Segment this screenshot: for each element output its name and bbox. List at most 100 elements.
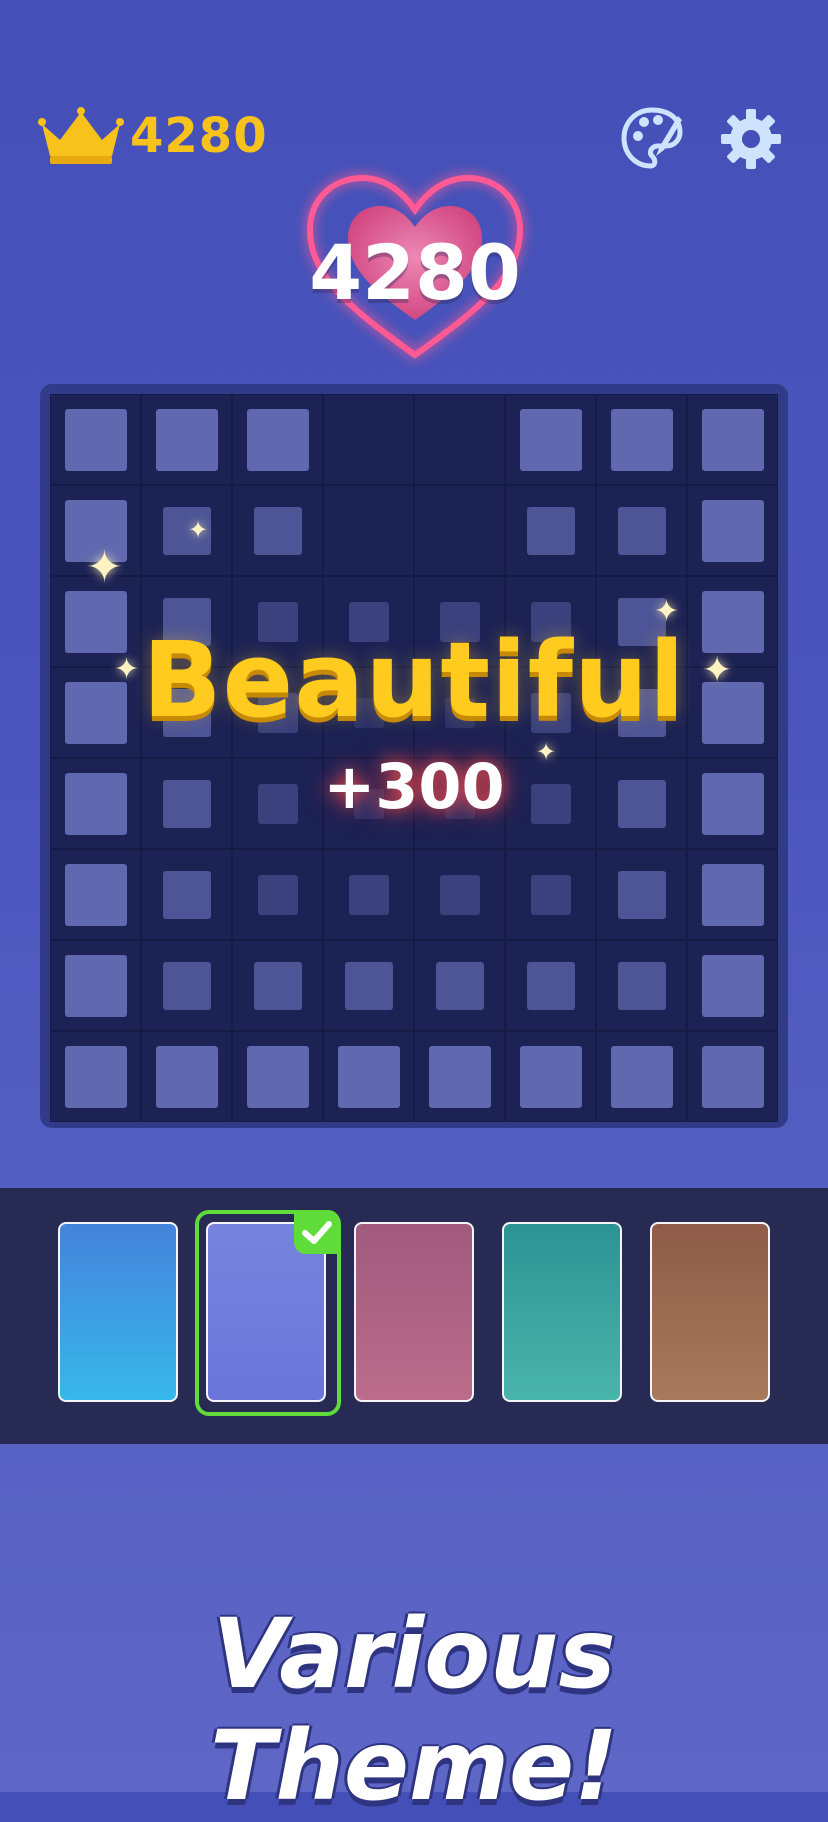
board-block bbox=[257, 874, 298, 915]
board-block bbox=[530, 874, 571, 915]
theme-card-blue[interactable] bbox=[58, 1222, 178, 1402]
best-score: 4280 bbox=[130, 108, 268, 164]
board-block bbox=[610, 408, 673, 471]
tagline: Various Theme! bbox=[210, 1598, 618, 1822]
board-block bbox=[257, 783, 298, 824]
board-cell[interactable] bbox=[323, 667, 414, 758]
board-cell[interactable] bbox=[687, 394, 778, 485]
board-cell[interactable] bbox=[232, 849, 323, 940]
board-cell[interactable] bbox=[323, 849, 414, 940]
board-cell[interactable] bbox=[414, 667, 505, 758]
board-cell[interactable] bbox=[50, 849, 141, 940]
board-cell[interactable] bbox=[232, 394, 323, 485]
board-cell[interactable] bbox=[141, 849, 232, 940]
board-cell[interactable] bbox=[50, 667, 141, 758]
board-block bbox=[701, 681, 764, 744]
board-cell[interactable] bbox=[141, 1031, 232, 1122]
board-cell[interactable] bbox=[141, 758, 232, 849]
board-cell[interactable] bbox=[323, 758, 414, 849]
board-cell[interactable] bbox=[414, 485, 505, 576]
board-cell[interactable] bbox=[505, 758, 596, 849]
board-cell[interactable] bbox=[687, 576, 778, 667]
board-cell[interactable] bbox=[232, 576, 323, 667]
board-block bbox=[246, 1045, 309, 1108]
board-cell[interactable] bbox=[687, 849, 778, 940]
board-block bbox=[353, 788, 384, 819]
board-cell[interactable] bbox=[414, 940, 505, 1031]
board-cell[interactable] bbox=[505, 849, 596, 940]
board-cell[interactable] bbox=[323, 940, 414, 1031]
check-icon bbox=[294, 1210, 340, 1254]
gear-icon[interactable] bbox=[720, 108, 782, 170]
board-block bbox=[701, 772, 764, 835]
board-cell[interactable] bbox=[687, 758, 778, 849]
board-cell[interactable] bbox=[596, 576, 687, 667]
board-cell[interactable] bbox=[50, 1031, 141, 1122]
board-cell[interactable] bbox=[232, 1031, 323, 1122]
board-cell[interactable] bbox=[323, 394, 414, 485]
board-cell[interactable] bbox=[596, 667, 687, 758]
board-block bbox=[64, 772, 127, 835]
board-cell[interactable] bbox=[687, 485, 778, 576]
board-block bbox=[64, 1045, 127, 1108]
board-cell[interactable] bbox=[414, 394, 505, 485]
board-cell[interactable] bbox=[596, 940, 687, 1031]
board-cell[interactable] bbox=[141, 485, 232, 576]
palette-icon[interactable] bbox=[620, 106, 684, 170]
board-cell[interactable] bbox=[414, 576, 505, 667]
board-cell[interactable] bbox=[50, 758, 141, 849]
board-cell[interactable] bbox=[596, 1031, 687, 1122]
board-cell[interactable] bbox=[414, 758, 505, 849]
board-cell[interactable] bbox=[596, 849, 687, 940]
board-cell[interactable] bbox=[505, 394, 596, 485]
board-cell[interactable] bbox=[323, 1031, 414, 1122]
board-block bbox=[162, 688, 211, 737]
board-cell[interactable] bbox=[687, 940, 778, 1031]
board-cell[interactable] bbox=[687, 1031, 778, 1122]
board-cell[interactable] bbox=[323, 485, 414, 576]
board-block bbox=[162, 961, 211, 1010]
board-block bbox=[617, 961, 666, 1010]
board-cell[interactable] bbox=[141, 394, 232, 485]
board-cell[interactable] bbox=[232, 940, 323, 1031]
board-cell[interactable] bbox=[232, 667, 323, 758]
board-block bbox=[64, 408, 127, 471]
board-block bbox=[519, 408, 582, 471]
board-cell[interactable] bbox=[50, 394, 141, 485]
board-cell[interactable] bbox=[414, 849, 505, 940]
board-block bbox=[337, 1045, 400, 1108]
game-board[interactable] bbox=[50, 394, 778, 1122]
theme-card-brown[interactable] bbox=[650, 1222, 770, 1402]
board-cell[interactable] bbox=[141, 667, 232, 758]
board-block bbox=[162, 506, 211, 555]
board-cell[interactable] bbox=[141, 576, 232, 667]
board-block bbox=[162, 597, 211, 646]
board-cell[interactable] bbox=[687, 667, 778, 758]
theme-card-teal[interactable] bbox=[502, 1222, 622, 1402]
board-cell[interactable] bbox=[505, 485, 596, 576]
board-cell[interactable] bbox=[505, 940, 596, 1031]
board-cell[interactable] bbox=[50, 940, 141, 1031]
board-block bbox=[617, 870, 666, 919]
board-cell[interactable] bbox=[50, 485, 141, 576]
board-cell[interactable] bbox=[414, 1031, 505, 1122]
board-cell[interactable] bbox=[232, 485, 323, 576]
board-block bbox=[530, 601, 571, 642]
board-cell[interactable] bbox=[232, 758, 323, 849]
board-block bbox=[162, 779, 211, 828]
board-cell[interactable] bbox=[141, 940, 232, 1031]
board-cell[interactable] bbox=[505, 1031, 596, 1122]
board-cell[interactable] bbox=[505, 667, 596, 758]
board-block bbox=[701, 954, 764, 1017]
board-cell[interactable] bbox=[505, 576, 596, 667]
board-cell[interactable] bbox=[323, 576, 414, 667]
board-cell[interactable] bbox=[596, 394, 687, 485]
board-cell[interactable] bbox=[596, 485, 687, 576]
theme-card-rose[interactable] bbox=[354, 1222, 474, 1402]
board-cell[interactable] bbox=[50, 576, 141, 667]
board-block bbox=[435, 961, 484, 1010]
board-block bbox=[526, 506, 575, 555]
board-block bbox=[64, 863, 127, 926]
board-block bbox=[617, 779, 666, 828]
board-cell[interactable] bbox=[596, 758, 687, 849]
